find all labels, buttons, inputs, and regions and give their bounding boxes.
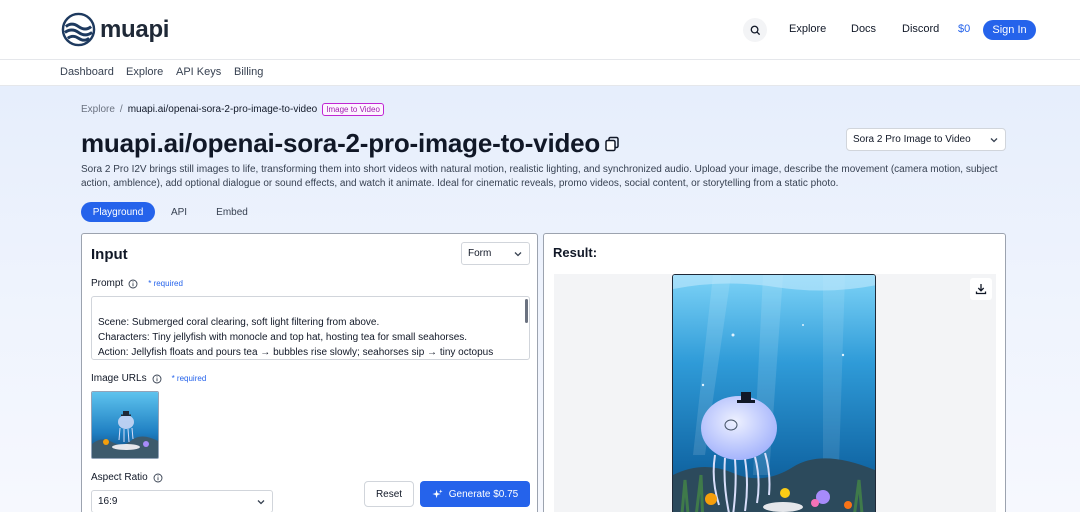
brand-logo[interactable]: muapi bbox=[61, 12, 169, 47]
chevron-down-icon bbox=[990, 138, 998, 143]
input-mode-select[interactable]: Form bbox=[461, 242, 530, 265]
breadcrumb-root[interactable]: Explore bbox=[81, 104, 115, 115]
info-icon[interactable] bbox=[152, 374, 162, 384]
input-panel: Input Form Prompt * required Scene: Subm… bbox=[81, 233, 538, 512]
tab-api[interactable]: API bbox=[163, 202, 195, 222]
prompt-label: Prompt bbox=[91, 278, 124, 289]
nav-discord[interactable]: Discord bbox=[902, 23, 939, 35]
breadcrumb: Explore / muapi.ai/openai-sora-2-pro-ima… bbox=[81, 103, 384, 116]
aspect-label: Aspect Ratio bbox=[91, 472, 148, 483]
category-badge: Image to Video bbox=[322, 103, 384, 116]
subnav-api-keys[interactable]: API Keys bbox=[176, 66, 221, 78]
aspect-ratio-value: 16:9 bbox=[98, 496, 118, 507]
page-title: muapi.ai/openai-sora-2-pro-image-to-vide… bbox=[81, 128, 601, 158]
breadcrumb-current: muapi.ai/openai-sora-2-pro-image-to-vide… bbox=[127, 104, 318, 115]
generate-label: Generate $0.75 bbox=[448, 488, 519, 500]
download-button[interactable] bbox=[970, 278, 992, 300]
model-select-value: Sora 2 Pro Image to Video bbox=[853, 134, 971, 145]
tab-embed[interactable]: Embed bbox=[210, 202, 254, 222]
aspect-label-row: Aspect Ratio bbox=[91, 472, 163, 483]
result-title: Result: bbox=[553, 245, 598, 260]
jellyfish-tea-party-video-frame bbox=[673, 275, 875, 512]
chevron-down-icon bbox=[514, 252, 522, 257]
aspect-ratio-select[interactable]: 16:9 bbox=[91, 490, 273, 512]
brand-name: muapi bbox=[100, 15, 170, 43]
sub-navigation: Dashboard Explore API Keys Billing bbox=[0, 60, 1080, 86]
result-preview-area bbox=[554, 274, 996, 512]
balance-link[interactable]: $0 bbox=[958, 23, 970, 35]
input-panel-title: Input bbox=[91, 246, 128, 263]
image-urls-label: Image URLs bbox=[91, 373, 147, 384]
result-video[interactable] bbox=[672, 274, 876, 512]
prompt-label-row: Prompt * required bbox=[91, 278, 183, 289]
breadcrumb-separator: / bbox=[119, 104, 123, 115]
chevron-down-icon bbox=[257, 500, 265, 505]
info-icon[interactable] bbox=[128, 279, 138, 289]
search-icon bbox=[750, 25, 760, 35]
tab-playground[interactable]: Playground bbox=[81, 202, 155, 222]
info-icon[interactable] bbox=[153, 473, 163, 483]
prompt-textarea[interactable]: Scene: Submerged coral clearing, soft li… bbox=[91, 296, 530, 360]
wave-logo-icon bbox=[61, 12, 96, 47]
nav-explore[interactable]: Explore bbox=[789, 23, 826, 35]
sparkle-icon bbox=[432, 488, 443, 498]
top-header: muapi Explore Docs Discord $0 Sign In bbox=[0, 0, 1080, 60]
result-panel: Result: bbox=[543, 233, 1006, 512]
prompt-required: * required bbox=[148, 279, 183, 288]
sign-in-button[interactable]: Sign In bbox=[983, 20, 1036, 40]
model-description: Sora 2 Pro I2V brings still images to li… bbox=[81, 164, 998, 189]
jellyfish-thumbnail-image bbox=[92, 392, 158, 458]
nav-docs[interactable]: Docs bbox=[851, 23, 876, 35]
prompt-text: Scene: Submerged coral clearing, soft li… bbox=[98, 317, 494, 358]
search-button[interactable] bbox=[743, 18, 767, 42]
download-icon bbox=[975, 284, 987, 295]
input-mode-value: Form bbox=[468, 248, 492, 259]
image-urls-required: * required bbox=[171, 374, 207, 383]
reset-button[interactable]: Reset bbox=[364, 481, 414, 507]
image-urls-label-row: Image URLs * required bbox=[91, 373, 206, 384]
generate-button[interactable]: Generate $0.75 bbox=[420, 481, 530, 507]
subnav-billing[interactable]: Billing bbox=[234, 66, 263, 78]
prompt-scrollbar[interactable] bbox=[525, 299, 528, 323]
copy-icon[interactable] bbox=[604, 136, 620, 152]
subnav-explore[interactable]: Explore bbox=[126, 66, 163, 78]
uploaded-image-thumbnail[interactable] bbox=[91, 391, 159, 459]
model-select[interactable]: Sora 2 Pro Image to Video bbox=[846, 128, 1006, 151]
subnav-dashboard[interactable]: Dashboard bbox=[60, 66, 114, 78]
